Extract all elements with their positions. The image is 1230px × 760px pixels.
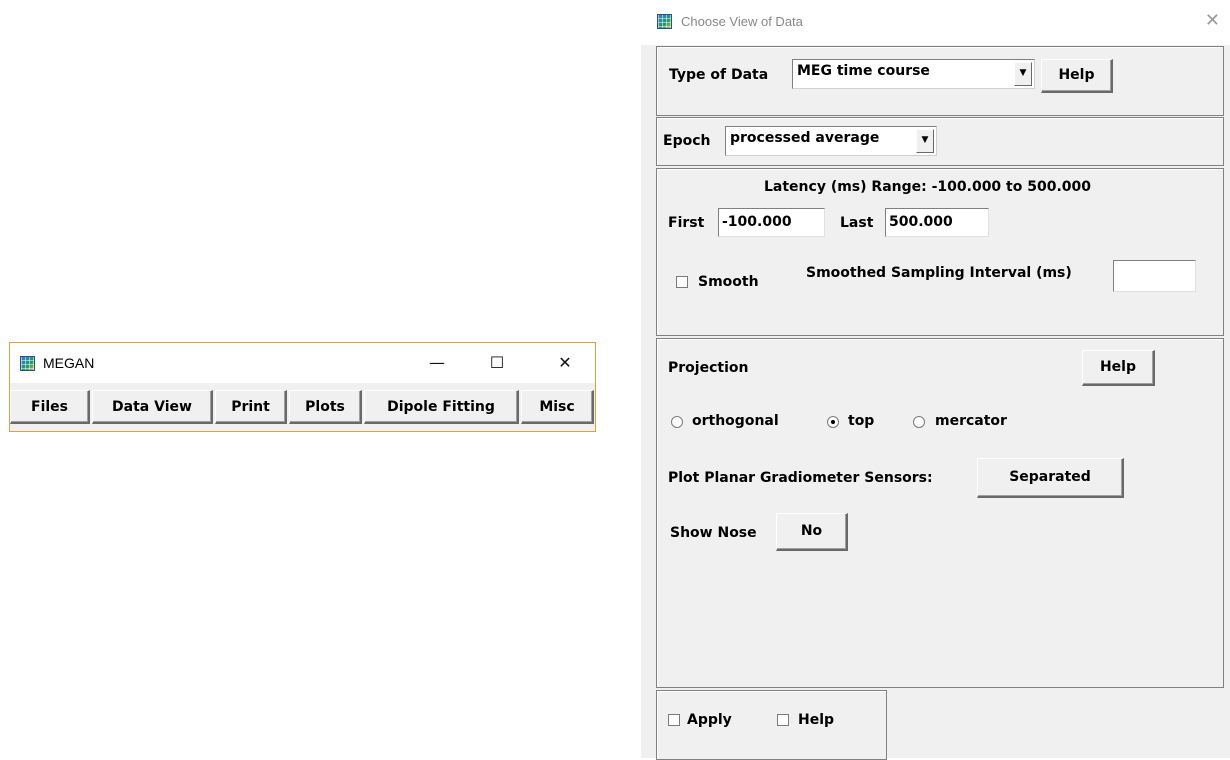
minimize-icon[interactable]: — xyxy=(414,343,460,383)
type-of-data-value: MEG time course xyxy=(797,63,930,79)
data-view-menu-button[interactable]: Data View xyxy=(92,390,213,424)
chevron-down-icon[interactable]: ▼ xyxy=(916,129,934,153)
apply-label: Apply xyxy=(687,712,732,728)
option-mercator-label: mercator xyxy=(935,413,1007,429)
gradiometer-label: Plot Planar Gradiometer Sensors: xyxy=(668,470,933,486)
epoch-panel: Epoch processed average ▼ xyxy=(656,117,1224,166)
choose-view-of-data-window: Choose View of Data ✕ Type of Data MEG t… xyxy=(641,0,1230,760)
first-label: First xyxy=(668,215,705,231)
dialog-title-bar: Choose View of Data ✕ xyxy=(641,0,1230,45)
help-label: Help xyxy=(798,712,835,728)
show-nose-button[interactable]: No xyxy=(776,513,848,551)
megan-window: MEGAN — ☐ ✕ Files Data View Print Plots … xyxy=(9,342,596,432)
smoothed-interval-label: Smoothed Sampling Interval (ms) xyxy=(806,265,1072,281)
epoch-label: Epoch xyxy=(663,133,711,149)
projection-panel: Projection Help orthogonal top mercator … xyxy=(656,338,1224,688)
option-orthogonal-label: orthogonal xyxy=(692,413,779,429)
chevron-down-icon[interactable]: ▼ xyxy=(1014,62,1032,86)
smoothed-interval-input[interactable] xyxy=(1113,260,1196,292)
option-top-label: top xyxy=(848,413,875,429)
last-label: Last xyxy=(840,215,874,231)
latency-panel: Latency (ms) Range: -100.000 to 500.000 … xyxy=(656,168,1224,336)
first-latency-input[interactable]: -100.000 xyxy=(718,208,825,237)
misc-menu-button[interactable]: Misc xyxy=(521,390,594,424)
app-icon xyxy=(657,14,672,29)
app-icon xyxy=(20,356,35,371)
files-menu-button[interactable]: Files xyxy=(10,390,90,424)
radio-top[interactable] xyxy=(827,416,839,428)
maximize-icon[interactable]: ☐ xyxy=(474,343,520,383)
radio-mercator[interactable] xyxy=(913,416,925,428)
gradiometer-mode-button[interactable]: Separated xyxy=(977,458,1124,498)
projection-help-button[interactable]: Help xyxy=(1082,350,1155,386)
latency-range-text: Latency (ms) Range: -100.000 to 500.000 xyxy=(764,179,1091,195)
smooth-label: Smooth xyxy=(698,274,759,290)
show-nose-label: Show Nose xyxy=(670,525,757,541)
last-latency-input[interactable]: 500.000 xyxy=(885,208,989,237)
dialog-title: Choose View of Data xyxy=(681,14,803,29)
print-menu-button[interactable]: Print xyxy=(215,390,287,424)
smooth-checkbox[interactable] xyxy=(676,276,688,288)
type-of-data-help-button[interactable]: Help xyxy=(1041,59,1113,93)
menu-bar: Files Data View Print Plots Dipole Fitti… xyxy=(10,383,595,431)
window-title: MEGAN xyxy=(43,355,95,371)
plots-menu-button[interactable]: Plots xyxy=(289,390,362,424)
type-of-data-select[interactable]: MEG time course ▼ xyxy=(792,59,1035,89)
apply-checkbox[interactable] xyxy=(668,714,680,726)
type-of-data-label: Type of Data xyxy=(669,67,769,83)
type-of-data-panel: Type of Data MEG time course ▼ Help xyxy=(656,46,1224,116)
close-icon[interactable]: ✕ xyxy=(1205,10,1220,31)
projection-label: Projection xyxy=(668,360,749,376)
dipole-fitting-menu-button[interactable]: Dipole Fitting xyxy=(364,390,519,424)
megan-title-bar: MEGAN — ☐ ✕ xyxy=(10,343,595,383)
close-icon[interactable]: ✕ xyxy=(542,343,588,383)
epoch-select[interactable]: processed average ▼ xyxy=(725,126,937,156)
epoch-value: processed average xyxy=(730,130,880,146)
radio-orthogonal[interactable] xyxy=(671,416,683,428)
footer-panel: Apply Help xyxy=(656,690,887,760)
help-checkbox[interactable] xyxy=(777,714,789,726)
